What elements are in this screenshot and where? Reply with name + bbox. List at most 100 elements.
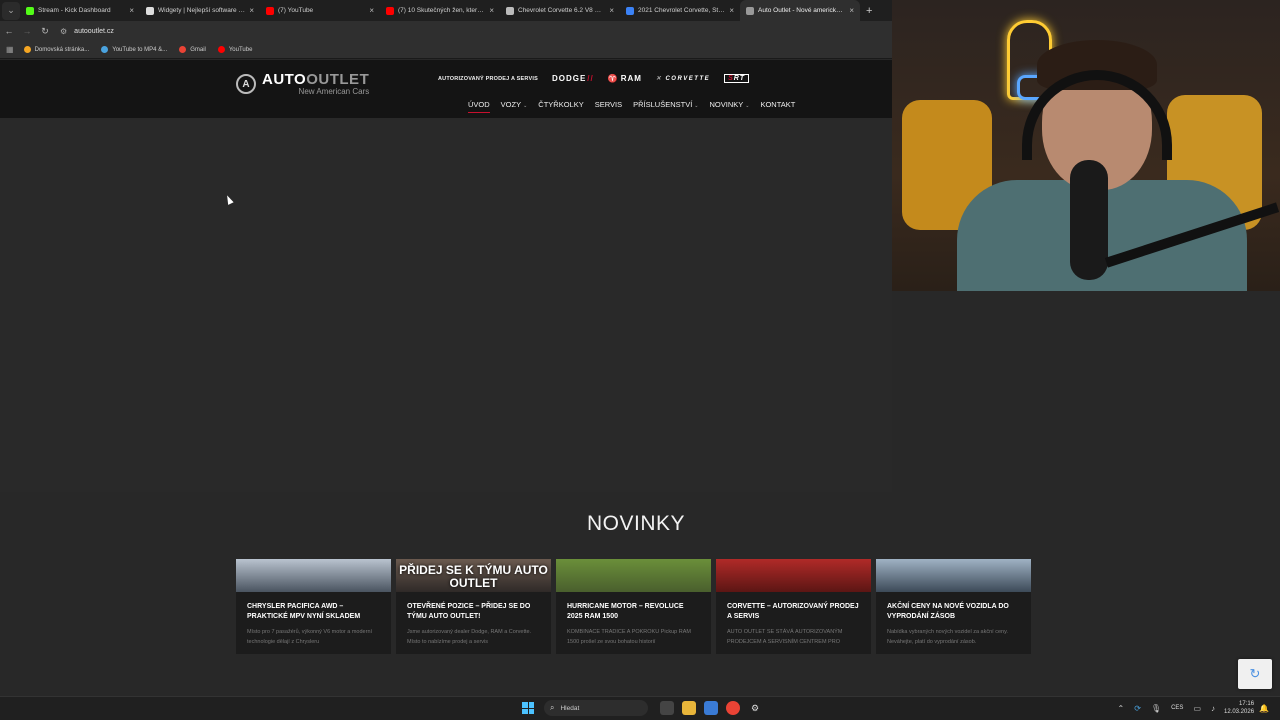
bookmark-favicon-icon [23,46,31,53]
chrome-icon[interactable] [726,701,740,715]
new-tab-button[interactable]: + [866,5,872,17]
site-logo[interactable]: A AUTOOUTLET New American Cars [236,72,369,96]
bookmark-label: Gmail [190,46,206,53]
nav-item-label: ÚVOD [468,100,490,109]
browser-tab[interactable]: Chevrolet Corvette 6.2 V8 Sting... × [500,0,620,21]
tab-favicon-icon [26,6,34,15]
bookmark-item[interactable]: YouTube [217,46,252,53]
taskbar: ⌕ Hledat ⚙ ⌃ ⟳ 🎙 CES ▭ ♪ 17:16 12.03.202… [0,696,1280,720]
tab-title: Auto Outlet - Nové americké v... [758,7,846,14]
brand-tagline: AUTORIZOVANÝ PRODEJ A SERVIS [438,75,538,82]
tab-search-menu-button[interactable]: ⌄ [2,1,20,20]
news-card[interactable]: AKČNÍ CENY NA NOVÉ VOZIDLA DO VYPRODÁNÍ … [876,559,1031,654]
bookmark-item[interactable]: Domovská stránka... [23,46,89,53]
bookmarks-bar: ▦ Domovská stránka... YouTube to MP4 &...… [0,41,892,59]
tab-title: (7) 10 Skutečných žen, které jso... [398,7,485,14]
reload-icon[interactable]: ↻ [36,26,54,37]
logo-word-outlet: OUTLET [306,71,370,88]
ram-logo[interactable]: ♈ RAM [608,74,642,83]
nav-item[interactable]: ÚVOD [468,100,490,113]
chevron-down-icon: ⌄ [694,103,699,109]
tab-close-icon[interactable]: × [249,6,254,15]
nav-item[interactable]: NOVINKY ⌄ [710,100,750,109]
settings-gear-icon[interactable]: ⚙ [748,701,762,715]
tab-close-icon[interactable]: × [729,6,734,15]
tab-title: Stream - Kick Dashboard [38,7,111,14]
news-card-image [556,559,711,592]
tab-close-icon[interactable]: × [489,6,494,15]
volume-icon[interactable]: ♪ [1211,704,1215,713]
news-card-image [876,559,1031,592]
notification-bell-icon[interactable]: 🔔 [1259,704,1269,713]
system-clock[interactable]: 17:16 12.03.2026 [1224,700,1254,716]
url-field[interactable]: ⚙ autooutlet.cz [60,27,114,36]
srt-logo-rt: RT [733,75,746,82]
taskbar-search-label: Hledat [560,704,580,712]
news-card-excerpt: Místo pro 7 pasažérů, výkonný V6 motor a… [247,629,373,645]
ram-logo-text: RAM [620,74,642,83]
news-card-image: PŘIDEJ SE K TÝMU AUTO OUTLET [396,559,551,592]
nav-item[interactable]: PŘÍSLUŠENSTVÍ ⌄ [633,100,698,109]
taskbar-search[interactable]: ⌕ Hledat [544,700,648,716]
news-card-excerpt: KOMBINACE TRADICE A POKROKU Pickup RAM 1… [567,629,691,645]
sync-icon[interactable]: ⟳ [1134,704,1141,713]
nav-item-label: KONTAKT [760,100,796,109]
nav-item[interactable]: KONTAKT [760,100,795,109]
bookmark-item[interactable]: Gmail [179,46,206,53]
tab-close-icon[interactable]: × [369,6,374,15]
news-card[interactable]: PŘIDEJ SE K TÝMU AUTO OUTLET OTEVŘENÉ POZ… [396,559,551,654]
language-indicator[interactable]: CES [1171,705,1183,711]
browser-tab[interactable]: Widgety | Nejlepší software pro... × [140,0,260,21]
bookmark-item[interactable]: YouTube to MP4 &... [101,46,167,53]
browser-tab[interactable]: Stream - Kick Dashboard × [20,0,140,21]
tab-close-icon[interactable]: × [849,6,854,15]
news-card[interactable]: HURRICANE MOTOR – REVOLUCE 2025 RAM 1500… [556,559,711,654]
apps-grid-icon[interactable]: ▦ [6,45,14,54]
site-header: A AUTOOUTLET New American Cars AUTORIZOV… [0,60,892,118]
nav-item[interactable]: SERVIS [595,100,622,109]
news-card-image [716,559,871,592]
logo-subtitle: New American Cars [298,87,370,96]
news-card-title[interactable]: AKČNÍ CENY NA NOVÉ VOZIDLA DO VYPRODÁNÍ … [887,602,1020,622]
srt-logo[interactable]: S RT [724,74,750,83]
file-explorer-icon[interactable] [682,701,696,715]
news-card-excerpt: Jsme autorizovaný dealer Dodge, RAM a Co… [407,629,532,645]
browser-tab[interactable]: (7) 10 Skutečných žen, které jso... × [380,0,500,21]
microphone-tray-icon[interactable]: 🎙 [1151,704,1161,713]
nav-item[interactable]: ČTYŘKOLKY [538,100,583,109]
dodge-logo[interactable]: DODGE// [552,74,594,83]
store-icon[interactable] [704,701,718,715]
chevron-up-icon[interactable]: ⌃ [1118,704,1125,713]
news-card[interactable]: CHRYSLER PACIFICA AWD – PRAKTICKÉ MPV NY… [236,559,391,654]
clock-time: 17:16 [1239,701,1255,707]
bookmark-favicon-icon [179,46,187,53]
browser-tab[interactable]: 2021 Chevrolet Corvette, Sting... × [620,0,740,21]
news-card-title[interactable]: OTEVŘENÉ POZICE – PŘIDEJ SE DO TÝMU AUTO… [407,602,540,622]
url-text: autooutlet.cz [74,27,114,35]
forward-arrow-icon[interactable]: → [18,26,36,36]
nav-item[interactable]: VOZY ⌄ [501,100,528,109]
corvette-logo-text: CORVETTE [665,75,711,82]
tab-close-icon[interactable]: × [129,6,134,15]
news-card-title[interactable]: HURRICANE MOTOR – REVOLUCE 2025 RAM 1500 [567,602,700,622]
network-icon[interactable]: ▭ [1193,704,1201,713]
news-card-title[interactable]: CHRYSLER PACIFICA AWD – PRAKTICKÉ MPV NY… [247,602,380,622]
tab-close-icon[interactable]: × [609,6,614,15]
corvette-logo[interactable]: ✕ CORVETTE [655,75,711,83]
news-cards: CHRYSLER PACIFICA AWD – PRAKTICKÉ MPV NY… [236,559,1036,654]
browser-tab[interactable]: (7) YouTube × [260,0,380,21]
news-card-title[interactable]: CORVETTE – AUTORIZOVANÝ PRODEJ A SERVIS [727,602,860,622]
browser-tabstrip: ⌄ Stream - Kick Dashboard × Widgety | Nejl… [0,0,892,21]
news-card[interactable]: CORVETTE – AUTORIZOVANÝ PRODEJ A SERVIS A… [716,559,871,654]
site-settings-icon[interactable]: ⚙ [60,27,67,36]
task-view-icon[interactable] [660,701,674,715]
recaptcha-badge-icon[interactable]: ↻ [1238,659,1272,689]
tab-favicon-icon [506,6,514,15]
windows-start-icon[interactable] [522,702,534,714]
browser-tab[interactable]: Auto Outlet - Nové americké v... × [740,0,860,21]
tab-favicon-icon [626,6,634,15]
news-heading: NOVINKY [586,512,686,535]
nav-item-label: ČTYŘKOLKY [538,100,584,109]
corvette-flags-icon: ✕ [655,76,663,82]
back-arrow-icon[interactable]: ← [0,26,18,36]
